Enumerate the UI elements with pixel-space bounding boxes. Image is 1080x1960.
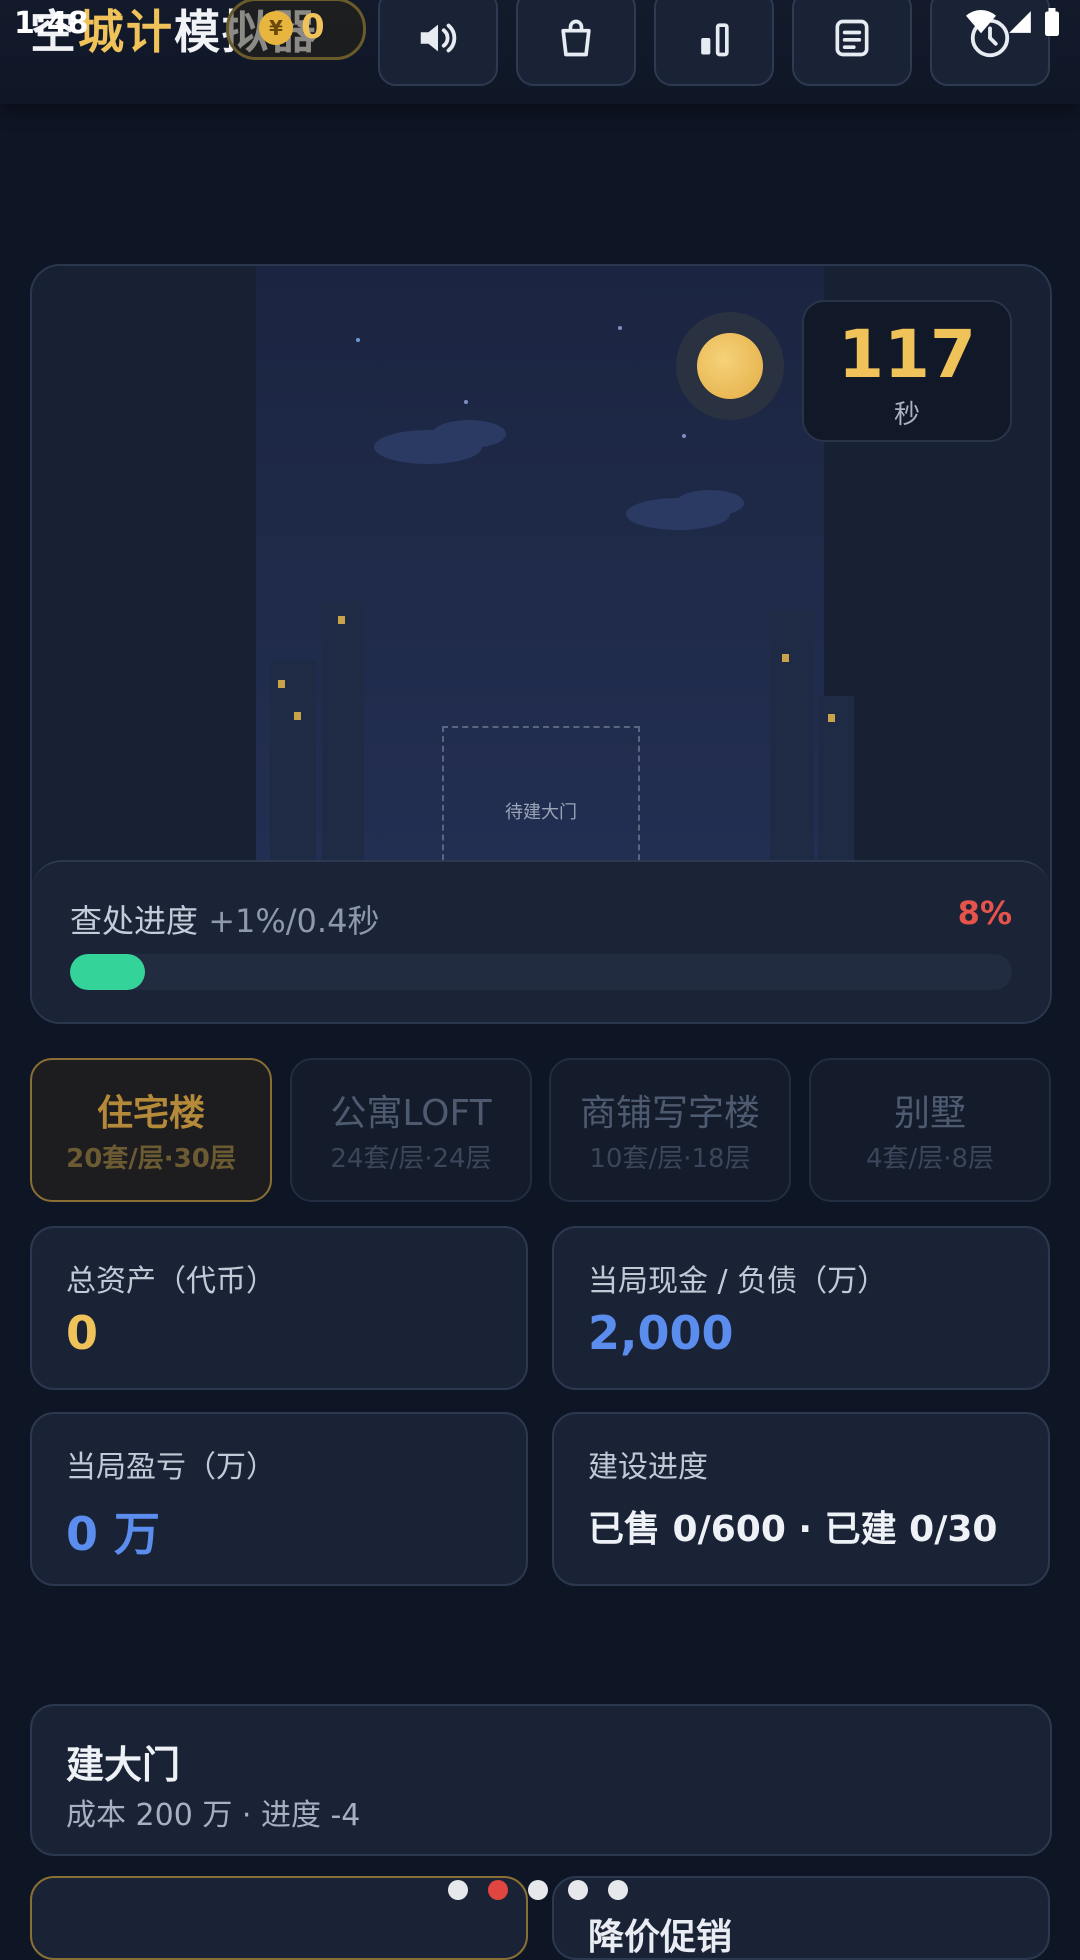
tab-loft-name: 公寓LOFT	[330, 1093, 492, 1134]
wifi-icon	[966, 10, 996, 34]
action-title: 建大门	[66, 1743, 181, 1787]
pager-dot[interactable]	[528, 1880, 548, 1900]
cloud	[676, 490, 744, 516]
star	[682, 434, 686, 438]
investigation-progress-panel: 查处进度 +1%/0.4秒 8%	[32, 860, 1050, 1022]
progress-label: 查处进度 +1%/0.4秒	[70, 896, 379, 942]
cash-debt-label: 当局现金 / 负债（万）	[588, 1264, 888, 1299]
profit-loss-card: 当局盈亏（万） 0 万	[30, 1412, 528, 1586]
tab-loft[interactable]: 公寓LOFT 24套/层·24层	[290, 1058, 532, 1202]
building-window	[278, 680, 285, 688]
pager-dot[interactable]	[568, 1880, 588, 1900]
countdown-timer: 117 秒	[802, 300, 1012, 442]
total-assets-value: 0	[66, 1306, 99, 1360]
total-assets-label: 总资产（代币）	[66, 1264, 276, 1299]
build-progress-label: 建设进度	[588, 1450, 708, 1485]
tab-commercial-sub: 10套/层·18层	[589, 1144, 751, 1174]
tab-villa-sub: 4套/层·8层	[865, 1144, 995, 1174]
cloud	[432, 420, 506, 448]
build-gate-action[interactable]: 建大门 成本 200 万 · 进度 -4	[30, 1704, 1052, 1856]
building-window	[828, 714, 835, 722]
tab-villa[interactable]: 别墅 4套/层·8层	[809, 1058, 1051, 1202]
pager-dot[interactable]	[488, 1880, 508, 1900]
pager-dots[interactable]	[448, 1880, 628, 1900]
cash-debt-value: 2,000	[588, 1306, 734, 1360]
building-window	[294, 712, 301, 720]
total-assets-card: 总资产（代币） 0	[30, 1226, 528, 1390]
timer-value: 117	[838, 316, 976, 393]
building-window	[782, 654, 789, 662]
building	[770, 610, 814, 880]
gate-placeholder-label: 待建大门	[505, 802, 577, 823]
tab-loft-sub: 24套/层·24层	[330, 1144, 492, 1174]
profit-loss-label: 当局盈亏（万）	[66, 1450, 276, 1485]
progress-label-text: 查处进度	[70, 902, 199, 940]
action-desc: 成本 200 万 · 进度 -4	[66, 1798, 361, 1833]
status-time: 1:48	[14, 6, 89, 41]
cash-debt-card: 当局现金 / 负债（万） 2,000	[552, 1226, 1050, 1390]
tab-villa-name: 别墅	[893, 1093, 966, 1134]
progress-rate: +1%/0.4秒	[208, 902, 380, 940]
pager-dot[interactable]	[608, 1880, 628, 1900]
tab-commercial-name: 商铺写字楼	[579, 1093, 760, 1134]
star	[618, 326, 622, 330]
timer-unit: 秒	[893, 400, 920, 430]
signal-icon	[1009, 11, 1031, 33]
battery-icon	[1045, 8, 1059, 36]
progress-track	[70, 954, 1012, 990]
tab-commercial[interactable]: 商铺写字楼 10套/层·18层	[549, 1058, 791, 1202]
tab-residential-sub: 20套/层·30层	[66, 1144, 236, 1174]
star	[464, 400, 468, 404]
pager-dot[interactable]	[448, 1880, 468, 1900]
star	[356, 338, 360, 342]
building	[270, 660, 316, 880]
sun-icon	[697, 333, 763, 399]
gate-placeholder[interactable]: 待建大门	[442, 726, 640, 880]
profit-loss-value: 0 万	[66, 1507, 161, 1561]
status-icons	[966, 8, 1060, 36]
status-bar: 1:48	[0, 0, 1080, 48]
building-window	[338, 616, 345, 624]
sun-ring	[676, 312, 784, 420]
building	[818, 696, 854, 886]
tab-residential[interactable]: 住宅楼 20套/层·30层	[30, 1058, 272, 1202]
build-progress-value: 已售 0/600 · 已建 0/30	[588, 1509, 998, 1550]
progress-fill	[70, 954, 146, 990]
discount-sale-title: 降价促销	[588, 1917, 733, 1958]
build-progress-card: 建设进度 已售 0/600 · 已建 0/30	[552, 1412, 1050, 1586]
tab-residential-name: 住宅楼	[96, 1093, 205, 1134]
scene-card: 待建大门 117 秒 查处进度 +1%/0.4秒 8%	[30, 264, 1052, 1024]
progress-percent: 8%	[957, 894, 1012, 932]
building	[322, 602, 364, 882]
